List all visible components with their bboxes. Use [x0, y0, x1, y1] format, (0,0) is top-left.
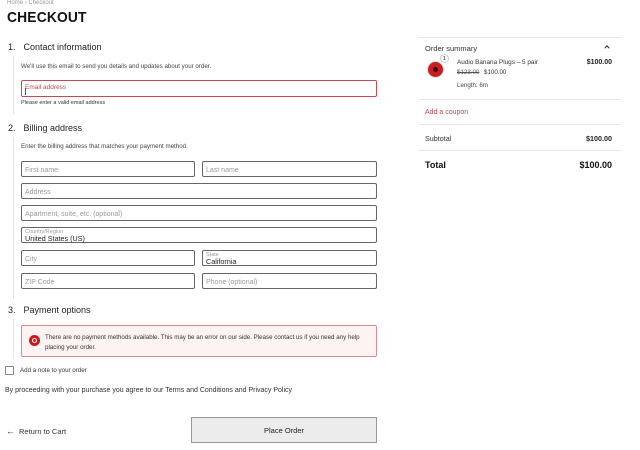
return-to-cart-link[interactable]: ← Return to Cart — [6, 426, 66, 436]
payment-notice-text: There are no payment methods available. … — [45, 334, 360, 351]
contact-section-title: 1. Contact information — [8, 42, 102, 52]
checkout-main: Home › Checkout CHECKOUT 1. Contact infor… — [0, 0, 395, 450]
email-error-text: Please enter a valid email address — [21, 100, 106, 106]
last-name-field[interactable]: Last name — [202, 161, 377, 177]
first-name-placeholder: First name — [25, 167, 59, 174]
state-value: California — [206, 257, 237, 266]
email-field[interactable]: Email address — [21, 80, 377, 97]
text-caret — [25, 88, 26, 95]
terms-text: By proceeding with your purchase you agr… — [5, 387, 293, 394]
quantity-badge: 1 — [440, 54, 449, 63]
product-name: Audio Banana Plugs – 5 pair — [457, 59, 539, 66]
city-placeholder: City — [25, 256, 38, 263]
breadcrumb-home[interactable]: Home — [7, 0, 23, 6]
divider — [418, 124, 621, 125]
place-order-button[interactable]: Place Order — [191, 417, 377, 443]
total-label: Total — [425, 160, 446, 170]
breadcrumb-current: Checkout — [28, 0, 54, 6]
divider — [418, 99, 621, 100]
step-rail — [13, 56, 14, 114]
divider — [418, 37, 621, 38]
order-summary-title[interactable]: Order summary — [425, 44, 477, 53]
step-number: 1. — [8, 42, 16, 52]
apartment-field[interactable]: Apartment, suite, etc. (optional) — [21, 205, 377, 221]
last-name-placeholder: Last name — [206, 167, 239, 174]
order-note-checkbox[interactable] — [5, 366, 14, 375]
order-note-label[interactable]: Add a note to your order — [20, 367, 87, 374]
step-number: 2. — [8, 123, 16, 133]
contact-description: We'll use this email to send you details… — [21, 63, 212, 70]
step-title: Contact information — [23, 42, 102, 52]
payment-section-title: 3. Payment options — [8, 305, 91, 315]
product-thumbnail — [427, 61, 444, 78]
error-icon — [29, 335, 40, 346]
product-line-total: $100.00 — [586, 59, 612, 66]
city-field[interactable]: City — [21, 250, 195, 266]
address-placeholder: Address — [25, 189, 51, 196]
apartment-placeholder: Apartment, suite, etc. (optional) — [25, 211, 123, 218]
zip-field[interactable]: ZIP Code — [21, 273, 195, 289]
step-number: 3. — [8, 305, 16, 315]
phone-placeholder: Phone (optional) — [206, 279, 258, 286]
breadcrumb: Home › Checkout — [7, 0, 54, 6]
zip-placeholder: ZIP Code — [25, 279, 55, 286]
billing-description: Enter the billing address that matches y… — [21, 143, 188, 150]
step-rail — [13, 319, 14, 359]
payment-error-notice: There are no payment methods available. … — [21, 325, 377, 357]
total-value: $100.00 — [579, 160, 612, 170]
page-title: CHECKOUT — [7, 9, 87, 26]
country-value: United States (US) — [25, 234, 85, 243]
step-title: Payment options — [23, 305, 91, 315]
billing-section-title: 2. Billing address — [8, 123, 82, 133]
return-to-cart-label: Return to Cart — [19, 427, 67, 436]
subtotal-label: Subtotal — [425, 134, 452, 143]
product-meta: Length: 6m — [457, 82, 488, 89]
sale-price: $100.00 — [484, 69, 507, 76]
step-title: Billing address — [23, 123, 83, 133]
email-placeholder: Email address — [25, 84, 67, 91]
regular-price: $123.00 — [457, 69, 480, 76]
chevron-up-icon[interactable] — [604, 44, 610, 50]
step-rail — [13, 137, 14, 299]
first-name-field[interactable]: First name — [21, 161, 195, 177]
breadcrumb-separator: › — [24, 0, 27, 6]
add-coupon-link[interactable]: Add a coupon — [425, 109, 468, 116]
subtotal-value: $100.00 — [586, 134, 612, 143]
country-select[interactable]: Country/Region United States (US) — [21, 227, 377, 243]
arrow-left-icon: ← — [6, 426, 15, 436]
state-select[interactable]: State California — [202, 250, 377, 266]
address-field[interactable]: Address — [21, 183, 377, 199]
phone-field[interactable]: Phone (optional) — [202, 273, 377, 289]
divider — [418, 150, 621, 151]
